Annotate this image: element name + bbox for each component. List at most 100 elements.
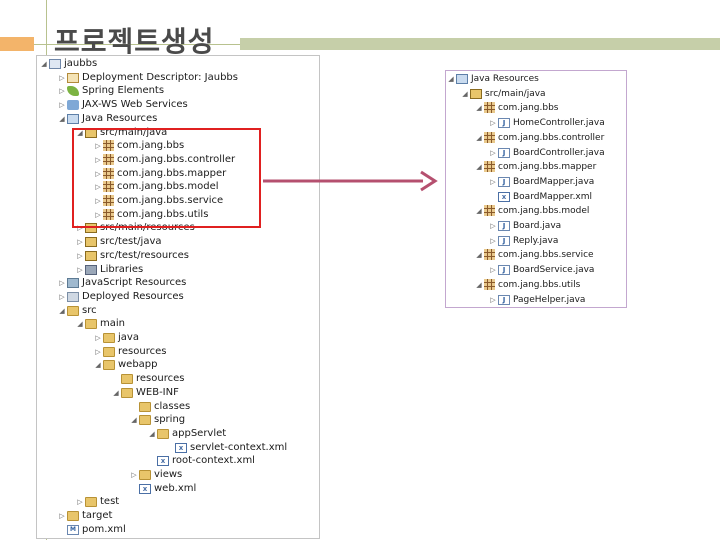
tree-item[interactable]: ◢ com.jang.bbs [474, 101, 559, 115]
tree-item[interactable]: ▷ Spring Elements [57, 84, 164, 98]
tree-item-label: Board.java [513, 221, 562, 231]
tree-item[interactable]: ▷ Deployed Resources [57, 290, 184, 304]
tree-item-label: src/test/resources [100, 249, 190, 261]
collapsed-arrow-icon[interactable]: ▷ [57, 290, 67, 304]
tree-item[interactable]: ▷ J Board.java [488, 219, 561, 233]
tree-item[interactable]: ◢ main [75, 317, 125, 331]
tree-item[interactable]: ▷ JAX-WS Web Services [57, 98, 188, 112]
tree-item[interactable]: ▷ J HomeController.java [488, 116, 605, 130]
collapsed-arrow-icon[interactable]: ▷ [75, 235, 85, 249]
tree-item[interactable]: ◢ jaubbs [39, 57, 97, 71]
tree-item-label: Java Resources [471, 74, 539, 84]
collapsed-arrow-icon[interactable]: ▷ [57, 84, 67, 98]
tree-item[interactable]: ◢ WEB-INF [111, 386, 179, 400]
tree-item[interactable]: ▷ views [129, 468, 182, 482]
source-folder-icon [470, 88, 482, 99]
expanded-arrow-icon[interactable]: ◢ [75, 317, 85, 331]
tree-item[interactable]: ▷ java [93, 331, 139, 345]
tree-item[interactable]: ◢ src/main/java [460, 87, 546, 101]
tree-item-label: BoardMapper.java [513, 176, 595, 187]
tree-item-label: BoardController.java [513, 147, 605, 158]
collapsed-arrow-icon[interactable]: ▷ [488, 146, 498, 160]
collapsed-arrow-icon[interactable]: ▷ [75, 249, 85, 263]
collapsed-arrow-icon[interactable]: ▷ [488, 263, 498, 277]
tree-item[interactable]: ▷ resources [93, 345, 166, 359]
expanded-arrow-icon[interactable]: ◢ [129, 413, 139, 427]
expanded-arrow-icon[interactable]: ◢ [446, 72, 456, 86]
tree-item-label: JAX-WS Web Services [82, 99, 188, 111]
collapsed-arrow-icon[interactable]: ▷ [488, 175, 498, 189]
expanded-arrow-icon[interactable]: ◢ [57, 112, 67, 126]
tree-item[interactable]: ▷ J PageHelper.java [488, 293, 585, 307]
tree-item-label: views [154, 469, 183, 480]
pom-file-icon: M [67, 524, 79, 535]
collapsed-arrow-icon[interactable]: ▷ [93, 331, 103, 345]
expanded-arrow-icon[interactable]: ◢ [474, 278, 484, 292]
tree-item[interactable]: ▷ target [57, 509, 112, 523]
tree-item[interactable]: ◢ Java Resources [57, 112, 157, 126]
package-icon [484, 102, 495, 114]
expanded-arrow-icon[interactable]: ◢ [474, 160, 484, 174]
collapsed-arrow-icon[interactable]: ▷ [57, 98, 67, 112]
tree-item[interactable]: ▷ Deployment Descriptor: Jaubbs [57, 71, 238, 85]
tree-item[interactable]: x servlet-context.xml [165, 441, 287, 455]
xml-file-icon: x [139, 483, 151, 494]
tree-item-label: Reply.java [513, 235, 559, 246]
folder-icon [157, 428, 169, 439]
expanded-arrow-icon[interactable]: ◢ [474, 204, 484, 218]
tree-item[interactable]: ▷ J BoardService.java [488, 263, 594, 277]
tree-item-label: pom.xml [82, 523, 126, 535]
collapsed-arrow-icon[interactable]: ▷ [57, 71, 67, 85]
collapsed-arrow-icon[interactable]: ▷ [488, 116, 498, 130]
tree-item-label: main [100, 318, 125, 330]
tree-item[interactable]: ▷ Libraries [75, 263, 143, 277]
expanded-arrow-icon[interactable]: ◢ [147, 427, 157, 441]
tree-item[interactable]: ◢ webapp [93, 358, 158, 372]
tree-item[interactable]: ◢ com.jang.bbs.service [474, 248, 594, 262]
tree-item[interactable]: ▷ JavaScript Resources [57, 276, 186, 290]
tree-item[interactable]: x web.xml [129, 482, 196, 496]
expanded-arrow-icon[interactable]: ◢ [474, 101, 484, 115]
java-file-icon: J [498, 235, 510, 246]
collapsed-arrow-icon[interactable]: ▷ [488, 293, 498, 307]
tree-item-label: BoardMapper.xml [513, 191, 593, 202]
tree-item[interactable]: ▷ J BoardMapper.java [488, 175, 594, 189]
expanded-arrow-icon[interactable]: ◢ [93, 358, 103, 372]
tree-item[interactable]: resources [111, 372, 184, 386]
tree-item[interactable]: ◢ com.jang.bbs.mapper [474, 160, 596, 174]
collapsed-arrow-icon[interactable]: ▷ [75, 495, 85, 509]
tree-item-label: java [118, 332, 139, 343]
collapsed-arrow-icon[interactable]: ▷ [488, 234, 498, 248]
expanded-arrow-icon[interactable]: ◢ [57, 304, 67, 318]
tree-item[interactable]: ▷ src/test/java [75, 235, 162, 249]
tree-item[interactable]: x root-context.xml [147, 454, 255, 468]
tree-item[interactable]: Mpom.xml [57, 523, 126, 537]
tree-item[interactable]: x BoardMapper.xml [488, 190, 592, 204]
tree-item[interactable]: ▷ J BoardController.java [488, 146, 605, 160]
collapsed-arrow-icon[interactable]: ▷ [57, 276, 67, 290]
expanded-arrow-icon[interactable]: ◢ [111, 386, 121, 400]
collapsed-arrow-icon[interactable]: ▷ [75, 263, 85, 277]
collapsed-arrow-icon[interactable]: ▷ [57, 509, 67, 523]
expanded-arrow-icon[interactable]: ◢ [474, 248, 484, 262]
tree-item[interactable]: ◢ src [57, 304, 97, 318]
tree-item[interactable]: ◢ spring [129, 413, 185, 427]
tree-item-label: com.jang.bbs.model [498, 206, 590, 217]
expanded-arrow-icon[interactable]: ◢ [474, 131, 484, 145]
tree-item-label: test [100, 496, 120, 508]
collapsed-arrow-icon[interactable]: ▷ [129, 468, 139, 482]
expanded-arrow-icon[interactable]: ◢ [39, 57, 49, 71]
tree-item[interactable]: ▷ src/test/resources [75, 249, 189, 263]
collapsed-arrow-icon[interactable]: ▷ [488, 219, 498, 233]
tree-item[interactable]: ▷ J Reply.java [488, 234, 558, 248]
collapsed-arrow-icon[interactable]: ▷ [93, 345, 103, 359]
expanded-arrow-icon[interactable]: ◢ [460, 87, 470, 101]
tree-item[interactable]: ◢ appServlet [147, 427, 226, 441]
tree-item[interactable]: ◢ com.jang.bbs.model [474, 204, 589, 218]
tree-item[interactable]: ◢ com.jang.bbs.controller [474, 131, 604, 145]
tree-item[interactable]: classes [129, 400, 190, 414]
tree-item[interactable]: ◢ Java Resources [446, 72, 539, 86]
folder-icon [67, 305, 79, 316]
tree-item[interactable]: ◢ com.jang.bbs.utils [474, 278, 580, 292]
tree-item[interactable]: ▷ test [75, 495, 119, 509]
